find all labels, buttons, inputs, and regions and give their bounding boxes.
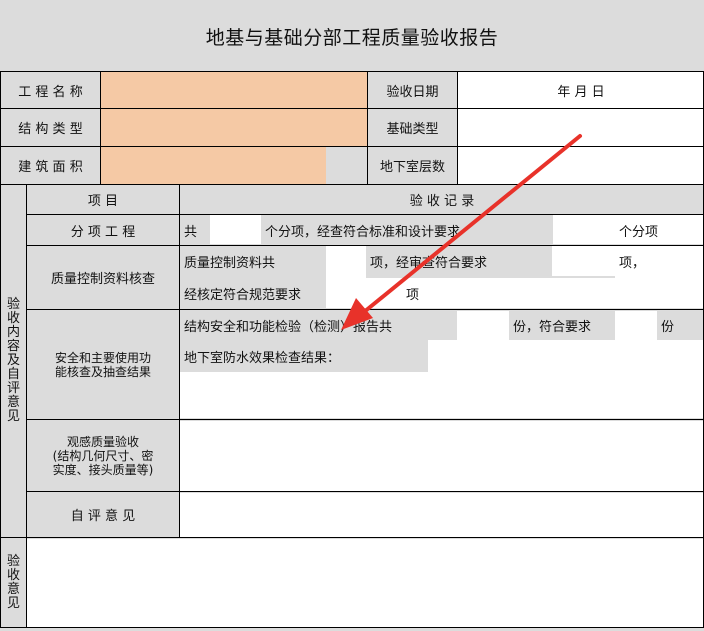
visual-quality-label: 观感质量验收 (结构几何尺寸、密 实度、接头质量等) xyxy=(27,420,179,491)
qc-line1-a: 质量控制资料共 xyxy=(184,256,276,271)
visual-quality-input[interactable] xyxy=(180,421,704,491)
acceptance-content-char: 自 xyxy=(6,367,20,382)
visual-label-line1: 观感质量验收 xyxy=(66,434,139,449)
acceptance-content-char: 收 xyxy=(6,311,20,326)
building-area-label: 建 筑 面 积 xyxy=(18,160,83,175)
qc-line1-c: 项， xyxy=(619,256,646,271)
structure-type-input[interactable] xyxy=(101,109,367,146)
acceptance-content-char: 评 xyxy=(6,381,20,396)
page-title: 地基与基础分部工程质量验收报告 xyxy=(205,26,499,49)
safety-extra-area[interactable] xyxy=(180,372,704,418)
waterproof-result-input[interactable] xyxy=(428,340,704,372)
visual-label-line2: (结构几何尺寸、密 xyxy=(52,448,154,463)
acceptance-content-char: 意 xyxy=(6,395,20,410)
acceptance-content-char: 内 xyxy=(6,325,20,340)
acceptance-opinion-char: 收 xyxy=(6,567,20,583)
acceptance-opinion-char: 见 xyxy=(6,595,20,611)
qc-line1-b: 项，经审查符合要求 xyxy=(370,256,488,271)
side-label-acceptance-opinion: 验收意见 xyxy=(1,538,26,627)
subitem-prefix: 共 xyxy=(184,224,198,240)
qc-total-input[interactable] xyxy=(326,246,366,308)
acceptance-content-char: 验 xyxy=(6,297,20,312)
basement-floors-input[interactable] xyxy=(458,147,704,184)
acceptance-opinion-input[interactable] xyxy=(27,539,704,627)
grid-line xyxy=(0,537,704,538)
grid-line xyxy=(100,71,101,185)
subitem-suffix: 个分项 xyxy=(619,224,659,240)
structure-type-label: 结 构 类 型 xyxy=(18,122,83,137)
foundation-type-label: 基础类型 xyxy=(386,122,439,137)
side-label-acceptance-content: 验收内容及自评意见 xyxy=(1,185,26,537)
safety-label-line1: 安全和主要使用功 xyxy=(54,350,151,365)
qc-line2-a: 经核定符合规范要求 xyxy=(184,288,302,303)
safety-line1-c: 份 xyxy=(661,320,675,335)
building-area-input[interactable] xyxy=(101,147,326,184)
qc-verified-input[interactable] xyxy=(366,278,402,308)
qc-pass-input[interactable] xyxy=(552,246,615,276)
column-header-item: 项 目 xyxy=(87,194,119,209)
grid-line xyxy=(0,146,704,147)
subitem-middle-text: 个分项，经查符合标准和设计要求 xyxy=(265,224,461,240)
project-name-label: 工 程 名 称 xyxy=(18,84,83,100)
project-name-input[interactable] xyxy=(101,72,367,108)
acceptance-date-label: 验收日期 xyxy=(386,84,439,100)
acceptance-date-value: 年 月 日 xyxy=(557,84,605,100)
acceptance-content-char: 容 xyxy=(6,339,20,354)
grid-line xyxy=(0,108,704,109)
acceptance-opinion-char: 验 xyxy=(6,553,20,569)
grid-line xyxy=(0,627,704,628)
safety-line2: 地下室防水效果检查结果： xyxy=(184,350,341,366)
safety-line1-b: 份，符合要求 xyxy=(513,320,592,335)
subitem-pass-input[interactable] xyxy=(553,215,615,244)
subitem-count-input[interactable] xyxy=(210,215,261,244)
self-evaluation-label: 自 评 意 见 xyxy=(70,509,136,524)
visual-label-line3: 实度、接头质量等) xyxy=(52,462,154,477)
safety-report-count-input[interactable] xyxy=(457,311,509,340)
basement-floors-label: 地下室层数 xyxy=(379,160,445,175)
self-evaluation-input[interactable] xyxy=(180,493,704,537)
qc-label: 质量控制资料核查 xyxy=(50,272,155,287)
subitem-label: 分 项 工 程 xyxy=(70,224,136,240)
safety-pass-input[interactable] xyxy=(615,311,657,340)
column-header-record: 验 收 记 录 xyxy=(409,194,475,209)
acceptance-content-char: 见 xyxy=(6,409,20,424)
foundation-type-input[interactable] xyxy=(458,109,704,146)
acceptance-content-char: 及 xyxy=(6,353,20,368)
safety-line1-a: 结构安全和功能检验（检测）报告共 xyxy=(184,320,393,335)
qc-line2-b: 项 xyxy=(406,288,420,303)
safety-label: 安全和主要使用功 能核查及抽查结果 xyxy=(27,310,179,419)
acceptance-opinion-char: 意 xyxy=(6,581,20,597)
safety-label-line2: 能核查及抽查结果 xyxy=(54,364,151,379)
